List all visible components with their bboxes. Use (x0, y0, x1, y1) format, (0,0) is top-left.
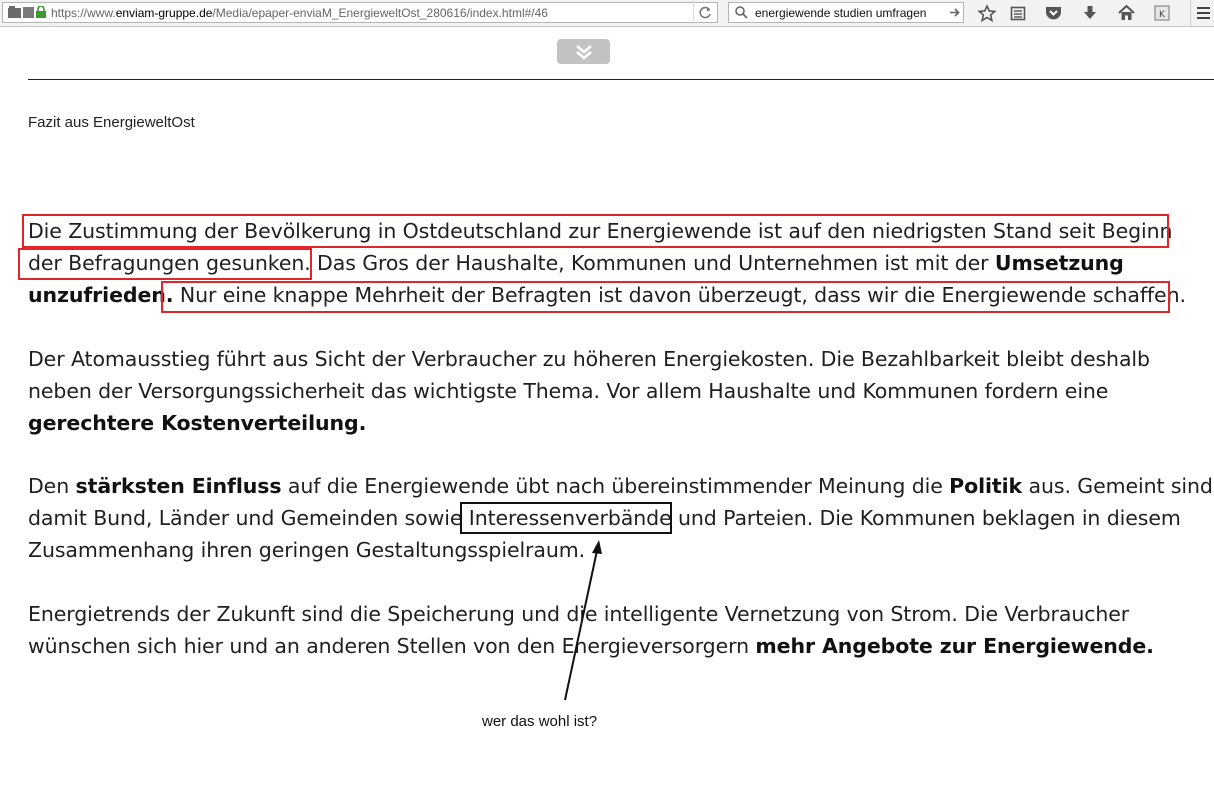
annotation-arrow (564, 540, 602, 701)
annotation-note: wer das wohl ist? (482, 713, 598, 730)
